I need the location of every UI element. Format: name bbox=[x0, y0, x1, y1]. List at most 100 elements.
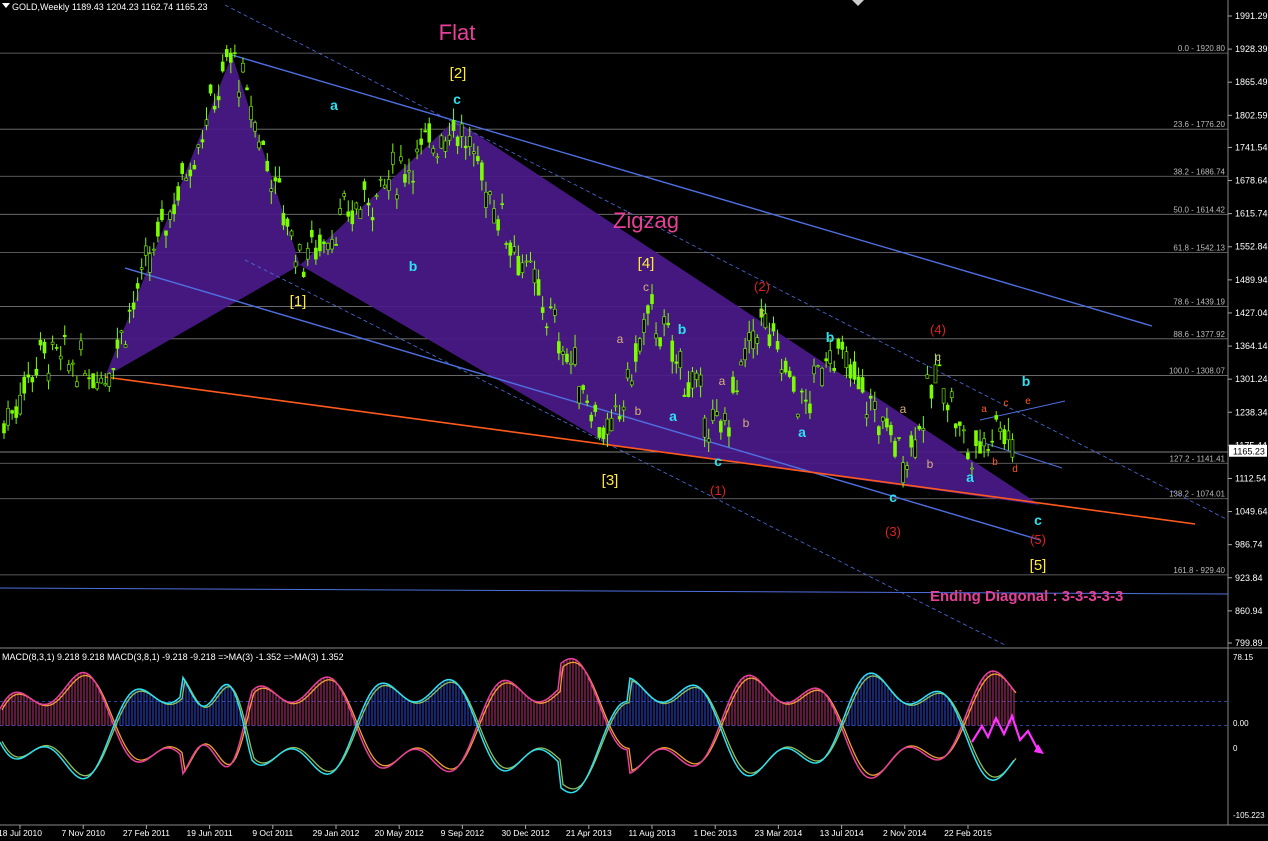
time-tick-label: 19 Jun 2011 bbox=[187, 828, 233, 838]
time-tick-label: 23 Mar 2014 bbox=[755, 828, 803, 838]
candle-body bbox=[876, 426, 881, 436]
candle-body bbox=[536, 279, 541, 296]
candle-body bbox=[79, 340, 83, 350]
candle-body bbox=[666, 322, 671, 326]
candle-body bbox=[18, 394, 23, 415]
candle-body bbox=[192, 164, 197, 170]
candle-body bbox=[949, 391, 954, 398]
price-tick-label: 1489.94 bbox=[1235, 275, 1268, 285]
candle-body bbox=[62, 334, 67, 337]
candle-body bbox=[216, 96, 221, 101]
wave-2-label: [2] bbox=[450, 65, 467, 82]
candle-body bbox=[241, 62, 245, 73]
candle-body bbox=[455, 136, 460, 147]
price-tick-label: 1238.34 bbox=[1235, 407, 1268, 417]
macd-axis-label: 0 bbox=[1233, 744, 1238, 753]
price-tick-label: 1678.64 bbox=[1235, 176, 1268, 186]
ending-diagonal-label: Ending Diagonal : 3-3-3-3-3 bbox=[930, 588, 1123, 605]
candle-body bbox=[808, 403, 812, 414]
fib-label: 138.2 - 1074.01 bbox=[1169, 490, 1226, 499]
candle-body bbox=[427, 123, 432, 143]
wave-c-label: c bbox=[1004, 398, 1009, 409]
candle-body bbox=[909, 435, 914, 448]
candle-body bbox=[22, 376, 27, 394]
candle-body bbox=[46, 372, 51, 382]
candle-body bbox=[467, 136, 472, 147]
wave-a-label: a bbox=[617, 332, 624, 346]
time-tick-label: 13 Jul 2014 bbox=[820, 828, 864, 838]
candle-body bbox=[881, 416, 885, 422]
candle-body bbox=[690, 371, 695, 389]
candle-body bbox=[42, 341, 47, 354]
diagonal-upper bbox=[979, 400, 1066, 421]
price-tick-label: 1364.14 bbox=[1235, 341, 1268, 351]
candle-body bbox=[451, 120, 456, 131]
candle-body bbox=[654, 333, 658, 339]
candle-body bbox=[362, 181, 367, 190]
candle-body bbox=[573, 347, 577, 365]
candle-body bbox=[723, 412, 727, 421]
time-tick-label: 18 Jul 2010 bbox=[0, 828, 42, 838]
candle-body bbox=[824, 358, 828, 362]
price-tick-label: 1552.84 bbox=[1235, 242, 1268, 252]
wave-a-label: a bbox=[900, 402, 907, 416]
candle-body bbox=[200, 139, 205, 143]
candle-body bbox=[196, 144, 201, 148]
candle-body bbox=[111, 368, 116, 370]
time-tick-label: 27 Feb 2011 bbox=[123, 828, 170, 838]
wave-b-label: b bbox=[927, 457, 934, 471]
candle-body bbox=[962, 429, 966, 432]
candle-body bbox=[403, 174, 407, 183]
candle-body bbox=[411, 180, 415, 183]
candle-body bbox=[148, 253, 152, 273]
candle-body bbox=[698, 374, 703, 387]
fib-label: 0.0 - 1920.80 bbox=[1178, 44, 1226, 53]
candle-body bbox=[322, 241, 326, 244]
candle-body bbox=[87, 377, 91, 380]
fib-label: 50.0 - 1614.42 bbox=[1173, 205, 1225, 214]
candle-body bbox=[127, 309, 132, 312]
candle-body bbox=[54, 347, 59, 349]
time-tick-label: 9 Sep 2012 bbox=[441, 828, 485, 838]
candle-body bbox=[565, 353, 569, 363]
candle-body bbox=[204, 119, 209, 126]
candle-body bbox=[382, 184, 387, 189]
wave-e-label: e bbox=[1025, 396, 1031, 407]
candle-body bbox=[492, 208, 496, 224]
candle-body bbox=[727, 427, 731, 437]
candle-body bbox=[731, 376, 735, 393]
price-tick-label: 1865.49 bbox=[1235, 77, 1268, 87]
candle-body bbox=[346, 211, 351, 217]
candle-body bbox=[249, 106, 253, 121]
candle-body bbox=[844, 351, 849, 368]
price-tick-label: 1112.54 bbox=[1235, 473, 1266, 483]
candle-body bbox=[739, 361, 743, 366]
wave-b-label: b bbox=[635, 404, 642, 418]
candle-body bbox=[686, 382, 691, 398]
candle-body bbox=[476, 156, 480, 162]
candle-body bbox=[297, 244, 302, 251]
candle-body bbox=[395, 194, 399, 200]
price-chart[interactable]: 0.0 - 1920.80 23.6 - 1776.20 38.2 - 1686.7… bbox=[0, 0, 1268, 841]
candle-body bbox=[330, 239, 334, 250]
wave-p1-label: (1) bbox=[710, 483, 726, 498]
candle-body bbox=[443, 140, 448, 152]
candle-body bbox=[188, 169, 193, 177]
wave-c-label: c bbox=[759, 305, 765, 319]
candle-body bbox=[358, 209, 363, 219]
candle-body bbox=[998, 427, 1003, 433]
candle-body bbox=[281, 213, 286, 226]
candle-body bbox=[633, 343, 638, 362]
candle-body bbox=[719, 420, 723, 433]
candle-body bbox=[735, 390, 739, 393]
candle-body bbox=[702, 417, 707, 438]
candle-body bbox=[755, 337, 760, 344]
time-tick-label: 11 Aug 2013 bbox=[628, 828, 675, 838]
price-tick-label: 1615.74 bbox=[1235, 209, 1268, 219]
candle-body bbox=[885, 418, 889, 428]
candle-body bbox=[921, 428, 926, 431]
candle-body bbox=[350, 210, 355, 225]
time-tick-label: 30 Dec 2012 bbox=[501, 828, 549, 838]
candle-body bbox=[504, 243, 509, 245]
candle-body bbox=[516, 255, 521, 276]
